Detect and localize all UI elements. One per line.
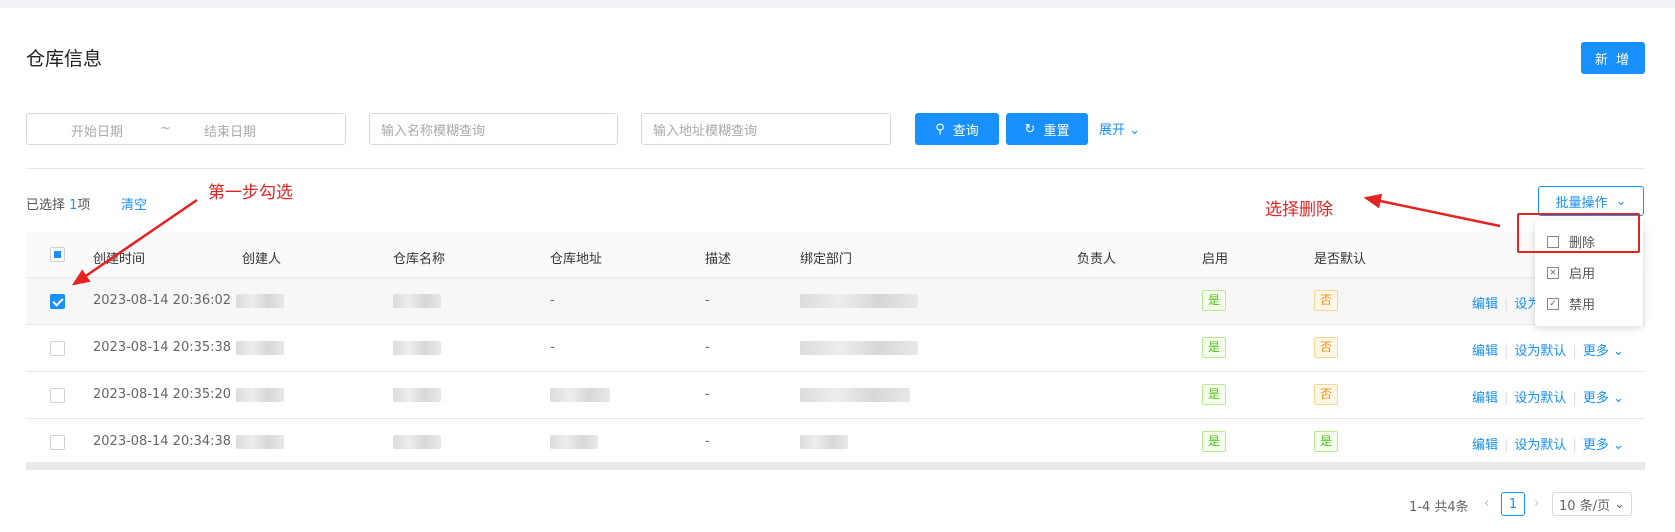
page-size-label: 10 条/页 — [1559, 498, 1611, 514]
page-number[interactable]: 1 — [1501, 492, 1525, 516]
annotation-arrows — [71, 193, 1501, 286]
prev-page-icon[interactable]: ‹ — [1484, 496, 1489, 511]
page-size-select[interactable]: 10 条/页 ⌄ — [1552, 492, 1632, 516]
next-page-icon[interactable]: › — [1534, 496, 1539, 511]
pagination-summary: 1-4 共4条 — [1409, 500, 1469, 515]
page-card: 仓库信息 新 增 开始日期 ~ 结束日期 输入名称模糊查询 输入地址模糊查询 ⚲… — [0, 8, 1675, 532]
chevron-down-icon: ⌄ — [1614, 496, 1625, 512]
arrow-to-checkbox — [71, 198, 198, 286]
arrow-to-delete — [1363, 193, 1501, 228]
